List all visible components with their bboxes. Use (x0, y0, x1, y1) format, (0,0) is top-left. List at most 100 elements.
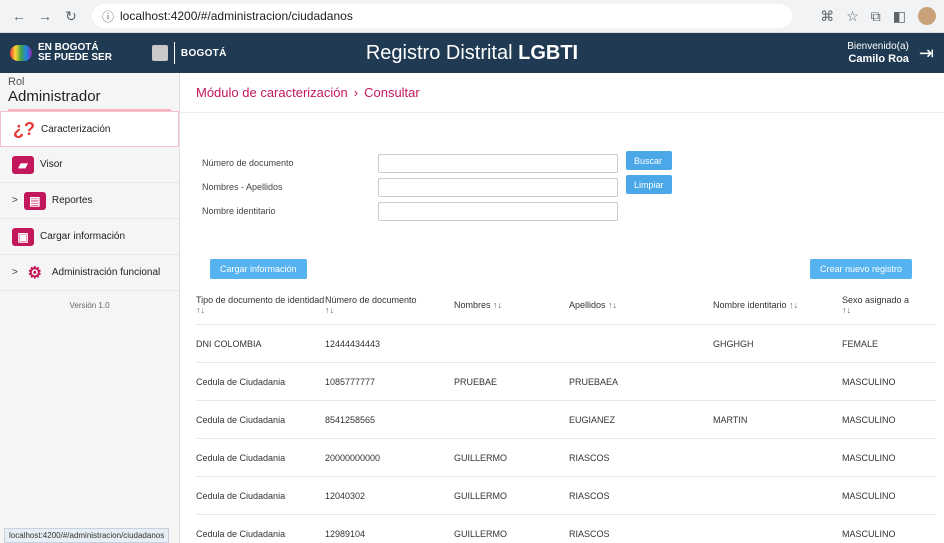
sidebar-item-cargar-informacion[interactable]: ▣ Cargar información (0, 219, 179, 255)
cell-sex: MASCULINO (842, 414, 896, 425)
col-surnames[interactable]: Apellidos ↑↓ (569, 300, 713, 310)
chevron-right-icon[interactable]: > (12, 267, 18, 278)
back-icon[interactable]: ← (8, 5, 30, 27)
cell-doc-type: DNI COLOMBIA (196, 338, 262, 349)
doc-number-input[interactable] (378, 153, 618, 173)
search-form: Número de documento Nombres - Apellidos … (202, 151, 922, 223)
header-label: Nombres (454, 299, 491, 310)
browser-toolbar: ← → ↻ ⓘ localhost:4200/#/administracion/… (0, 0, 944, 33)
sidebar-item-label: Caracterización (41, 123, 111, 135)
cell-doc-type: Cedula de Ciudadania (196, 452, 286, 463)
rainbow-heart-icon (10, 45, 32, 61)
table-header: Tipo de documento de identidad ↑↓ Número… (196, 285, 936, 325)
cell-names: GUILLERMO (454, 490, 508, 501)
sidebar-item-visor[interactable]: ▰ Visor (0, 147, 179, 183)
sidebar-item-label: Cargar información (40, 231, 126, 242)
cell-names: GUILLERMO (454, 452, 508, 463)
sort-icon[interactable]: ↑↓ (608, 300, 617, 310)
cell-sex: MASCULINO (842, 452, 896, 463)
cell-names: GUILLERMO (454, 528, 508, 539)
version-text: Versión 1.0 (69, 301, 110, 310)
table-row[interactable]: Cedula de Ciudadania 12040302 GUILLERMO … (196, 477, 936, 515)
sort-icon[interactable]: ↑↓ (196, 305, 205, 315)
cell-doc-number: 12989104 (325, 528, 366, 539)
col-names[interactable]: Nombres ↑↓ (454, 300, 569, 310)
col-doc-type[interactable]: Tipo de documento de identidad ↑↓ (196, 295, 325, 315)
search-button[interactable]: Buscar (626, 151, 672, 170)
sidebar-toggle-icon[interactable]: ◧ (893, 8, 906, 25)
breadcrumb-module[interactable]: Módulo de caracterización (196, 85, 348, 100)
status-bar-url: localhost:4200/#/administracion/ciudadan… (4, 528, 170, 543)
header-divider (173, 42, 175, 64)
logo-line2: SE PUEDE SER (38, 52, 112, 63)
cell-surnames: RIASCOS (569, 490, 610, 501)
chevron-right-icon[interactable]: > (12, 195, 18, 206)
role-value: Administrador (8, 88, 171, 111)
identity-name-input[interactable] (378, 201, 618, 221)
app-title-bold: LGBTI (518, 41, 579, 64)
cell-surnames: EUGIANEZ (569, 414, 616, 425)
breadcrumb: Módulo de caracterización › Consultar (180, 73, 944, 113)
app-title: Registro Distrital LGBTI (0, 42, 944, 65)
sidebar: Rol Administrador ¿? Caracterización ▰ V… (0, 73, 180, 543)
profile-avatar[interactable] (918, 7, 936, 25)
cell-doc-number: 8541258565 (325, 414, 376, 425)
sidebar-item-reportes[interactable]: > ▤ Reportes (0, 183, 179, 219)
translate-icon[interactable]: ⌘ (820, 8, 834, 25)
question-marks-icon: ¿? (13, 118, 35, 139)
role-block: Rol Administrador (0, 73, 179, 111)
upload-document-icon: ▣ (12, 227, 34, 246)
upload-info-button[interactable]: Cargar información (210, 259, 307, 279)
city-shield-icon (151, 45, 168, 61)
col-sex[interactable]: Sexo asignado a ↑↓ (842, 295, 932, 315)
user-info: Bienvenido(a) Camilo Roa (847, 41, 909, 65)
cell-sex: MASCULINO (842, 490, 896, 501)
sort-icon[interactable]: ↑↓ (842, 305, 851, 315)
bookmark-star-icon[interactable]: ☆ (846, 8, 859, 25)
breadcrumb-separator-icon: › (353, 85, 359, 100)
clear-button[interactable]: Limpiar (626, 175, 672, 194)
col-identity-name[interactable]: Nombre identitario ↑↓ (713, 300, 842, 310)
extensions-icon[interactable]: ⧉ (871, 8, 881, 25)
sidebar-item-caracterizacion[interactable]: ¿? Caracterización (0, 111, 179, 147)
cell-doc-number: 12040302 (325, 490, 366, 501)
cell-doc-type: Cedula de Ciudadania (196, 490, 286, 501)
cell-doc-type: Cedula de Ciudadania (196, 376, 286, 387)
user-name: Camilo Roa (848, 53, 909, 65)
table-row[interactable]: Cedula de Ciudadania 12989104 GUILLERMO … (196, 515, 936, 543)
sort-icon[interactable]: ↑↓ (789, 300, 798, 310)
table-row[interactable]: Cedula de Ciudadania 1085777777 PRUEBAE … (196, 363, 936, 401)
forward-icon[interactable]: → (34, 5, 56, 27)
welcome-text: Bienvenido(a) (847, 41, 909, 52)
site-info-icon[interactable]: ⓘ (102, 8, 114, 25)
cell-doc-type: Cedula de Ciudadania (196, 528, 286, 539)
table-row[interactable]: Cedula de Ciudadania 8541258565 EUGIANEZ… (196, 401, 936, 439)
create-record-button[interactable]: Crear nuevo registro (809, 259, 912, 279)
role-label: Rol (8, 76, 25, 88)
header-label: Nombre identitario (713, 299, 787, 310)
table-row[interactable]: Cedula de Ciudadania 20000000000 GUILLER… (196, 439, 936, 477)
cell-identity-name: MARTIN (713, 414, 748, 425)
names-label: Nombres - Apellidos (202, 182, 283, 192)
reload-icon[interactable]: ↻ (60, 5, 82, 27)
header-label: Tipo de documento de identidad (196, 294, 325, 305)
logout-icon[interactable]: ⇥ (919, 43, 934, 64)
sidebar-item-label: Administración funcional (51, 267, 161, 278)
header-label: Apellidos (569, 299, 606, 310)
table-row[interactable]: DNI COLOMBIA 12444434443 GHGHGH FEMALE (196, 325, 936, 363)
gears-icon: ⚙ (27, 264, 43, 282)
address-bar[interactable]: ⓘ localhost:4200/#/administracion/ciudad… (92, 4, 792, 28)
names-input[interactable] (378, 177, 618, 197)
app-header: EN BOGOTÁ SE PUEDE SER BOGOTÁ Registro D… (0, 33, 944, 73)
cell-names: PRUEBAE (454, 376, 498, 387)
identity-name-label: Nombre identitario (202, 206, 276, 216)
sidebar-item-administracion-funcional[interactable]: > ⚙ Administración funcional (0, 255, 179, 291)
col-doc-number[interactable]: Número de documento ↑↓ (325, 295, 454, 315)
bogota-logo: BOGOTÁ (180, 47, 227, 59)
sort-icon[interactable]: ↑↓ (493, 300, 502, 310)
sidebar-item-label: Reportes (51, 195, 93, 206)
cell-doc-number: 20000000000 (325, 452, 381, 463)
sort-icon[interactable]: ↑↓ (325, 305, 334, 315)
app-title-light: Registro Distrital (365, 41, 513, 64)
map-icon: ▰ (12, 155, 34, 174)
